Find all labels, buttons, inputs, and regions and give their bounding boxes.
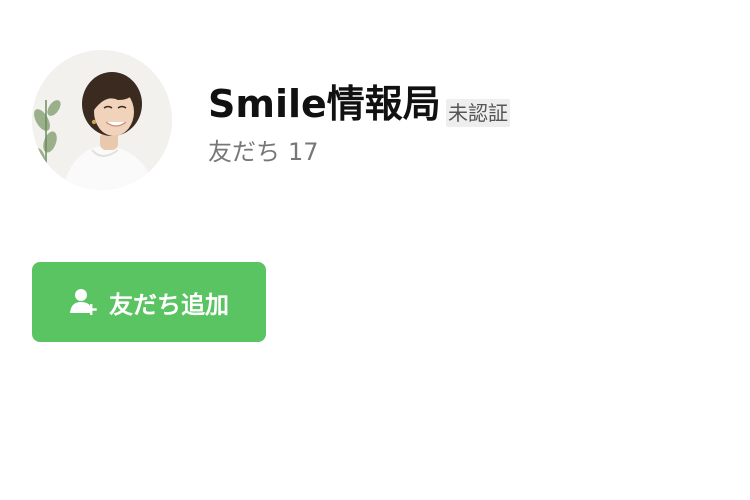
add-friend-label: 友だち追加 (109, 290, 229, 319)
add-friend-button[interactable]: 友だち追加 (32, 262, 266, 342)
profile-avatar[interactable] (32, 50, 172, 190)
avatar-photo (32, 50, 172, 190)
friends-count: 17 (288, 138, 319, 166)
verification-badge: 未認証 (446, 99, 510, 127)
profile-name: Smile情報局 (208, 82, 441, 126)
friend-count: 友だち 17 (208, 136, 319, 168)
friends-label: 友だち (208, 138, 280, 166)
person-add-icon (69, 287, 99, 317)
